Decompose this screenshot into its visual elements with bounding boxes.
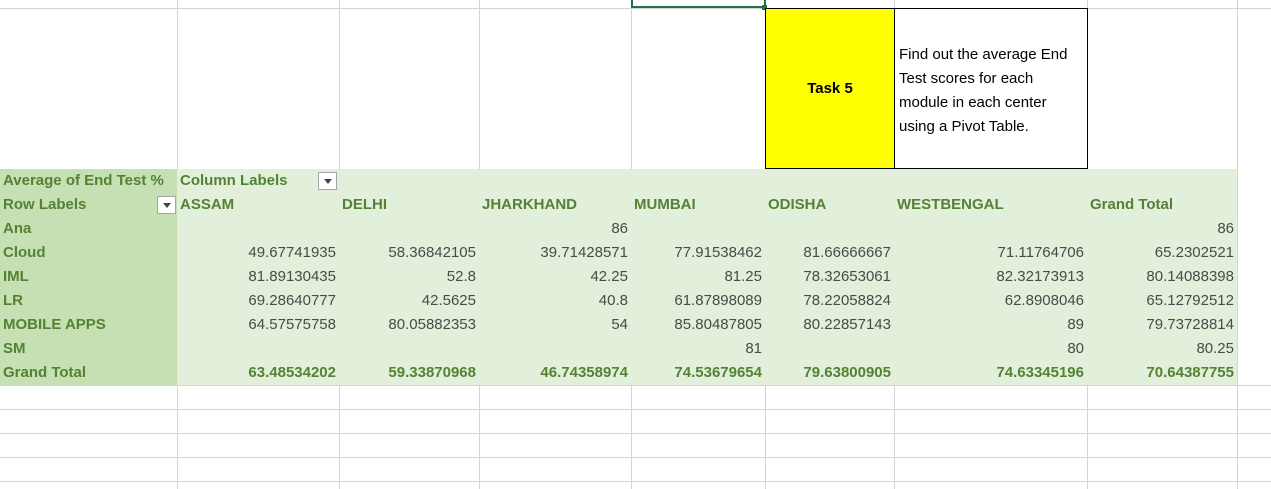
grand-total-cell[interactable]: 63.48534202 [177,361,339,385]
value-cell[interactable]: 81.66666667 [765,241,894,265]
value-cell[interactable]: 80.14088398 [1087,265,1237,289]
value-cell[interactable]: 85.80487805 [631,313,765,337]
value-cell[interactable]: 39.71428571 [479,241,631,265]
value-cell[interactable] [339,337,479,361]
value-cell[interactable]: 42.5625 [339,289,479,313]
value-cell[interactable]: 80.05882353 [339,313,479,337]
value-cell[interactable] [177,217,339,241]
value-cell[interactable]: 62.8908046 [894,289,1087,313]
value-cell[interactable] [894,217,1087,241]
grand-total-cell[interactable]: 59.33870968 [339,361,479,385]
value-cell[interactable]: 81.89130435 [177,265,339,289]
value-cell[interactable]: 81.25 [631,265,765,289]
value-cell[interactable]: 86 [479,217,631,241]
pivot-row-labels[interactable]: Row Labels [0,193,177,217]
value-cell[interactable]: 40.8 [479,289,631,313]
value-cell[interactable]: 64.57575758 [177,313,339,337]
column-labels-filter-dropdown-icon[interactable] [318,172,337,190]
grand-total-cell[interactable]: 74.63345196 [894,361,1087,385]
column-header-delhi[interactable]: DELHI [339,193,479,217]
value-cell[interactable]: 86 [1087,217,1237,241]
row-label[interactable]: SM [0,337,177,361]
value-cell[interactable]: 78.32653061 [765,265,894,289]
value-cell[interactable] [339,217,479,241]
task-description: Find out the average End Test scores for… [899,46,1068,135]
row-labels-filter-dropdown-icon[interactable] [157,196,176,214]
row-label[interactable]: LR [0,289,177,313]
row-label[interactable]: Ana [0,217,177,241]
value-cell[interactable]: 71.11764706 [894,241,1087,265]
value-cell[interactable]: 58.36842105 [339,241,479,265]
value-cell[interactable]: 42.25 [479,265,631,289]
value-cell[interactable]: 69.28640777 [177,289,339,313]
value-cell[interactable]: 65.12792512 [1087,289,1237,313]
value-cell[interactable]: 52.8 [339,265,479,289]
value-cell[interactable]: 65.2302521 [1087,241,1237,265]
column-header-jharkhand[interactable]: JHARKHAND [479,193,631,217]
value-cell[interactable] [479,337,631,361]
pivot-value-field[interactable]: Average of End Test % [0,169,177,193]
row-label[interactable]: IML [0,265,177,289]
value-cell[interactable]: 80 [894,337,1087,361]
pivot-column-labels[interactable]: Column Labels [177,169,339,193]
value-cell[interactable]: 78.22058824 [765,289,894,313]
value-cell[interactable]: 61.87898089 [631,289,765,313]
value-cell[interactable]: 77.91538462 [631,241,765,265]
column-header-grand-total[interactable]: Grand Total [1087,193,1237,217]
value-cell[interactable]: 80.25 [1087,337,1237,361]
grand-total-label[interactable]: Grand Total [0,361,177,385]
column-header-assam[interactable]: ASSAM [177,193,339,217]
row-label[interactable]: MOBILE APPS [0,313,177,337]
column-header-odisha[interactable]: ODISHA [765,193,894,217]
value-cell[interactable]: 80.22857143 [765,313,894,337]
value-cell[interactable] [631,217,765,241]
task-label: Task 5 [807,80,853,97]
grand-total-cell[interactable]: 79.63800905 [765,361,894,385]
value-cell[interactable]: 89 [894,313,1087,337]
grand-total-cell[interactable]: 70.64387755 [1087,361,1237,385]
value-cell[interactable]: 79.73728814 [1087,313,1237,337]
grand-total-cell[interactable]: 74.53679654 [631,361,765,385]
value-cell[interactable]: 49.67741935 [177,241,339,265]
value-cell[interactable] [765,337,894,361]
column-header-mumbai[interactable]: MUMBAI [631,193,765,217]
value-cell[interactable] [177,337,339,361]
active-cell-selection[interactable] [631,0,766,8]
task-description-cell[interactable]: Find out the average End Test scores for… [894,8,1088,169]
value-cell[interactable]: 82.32173913 [894,265,1087,289]
grand-total-cell[interactable]: 46.74358974 [479,361,631,385]
value-cell[interactable]: 54 [479,313,631,337]
task-label-cell[interactable]: Task 5 [765,8,895,169]
row-label[interactable]: Cloud [0,241,177,265]
value-cell[interactable]: 81 [631,337,765,361]
value-cell[interactable] [765,217,894,241]
column-header-westbengal[interactable]: WESTBENGAL [894,193,1087,217]
